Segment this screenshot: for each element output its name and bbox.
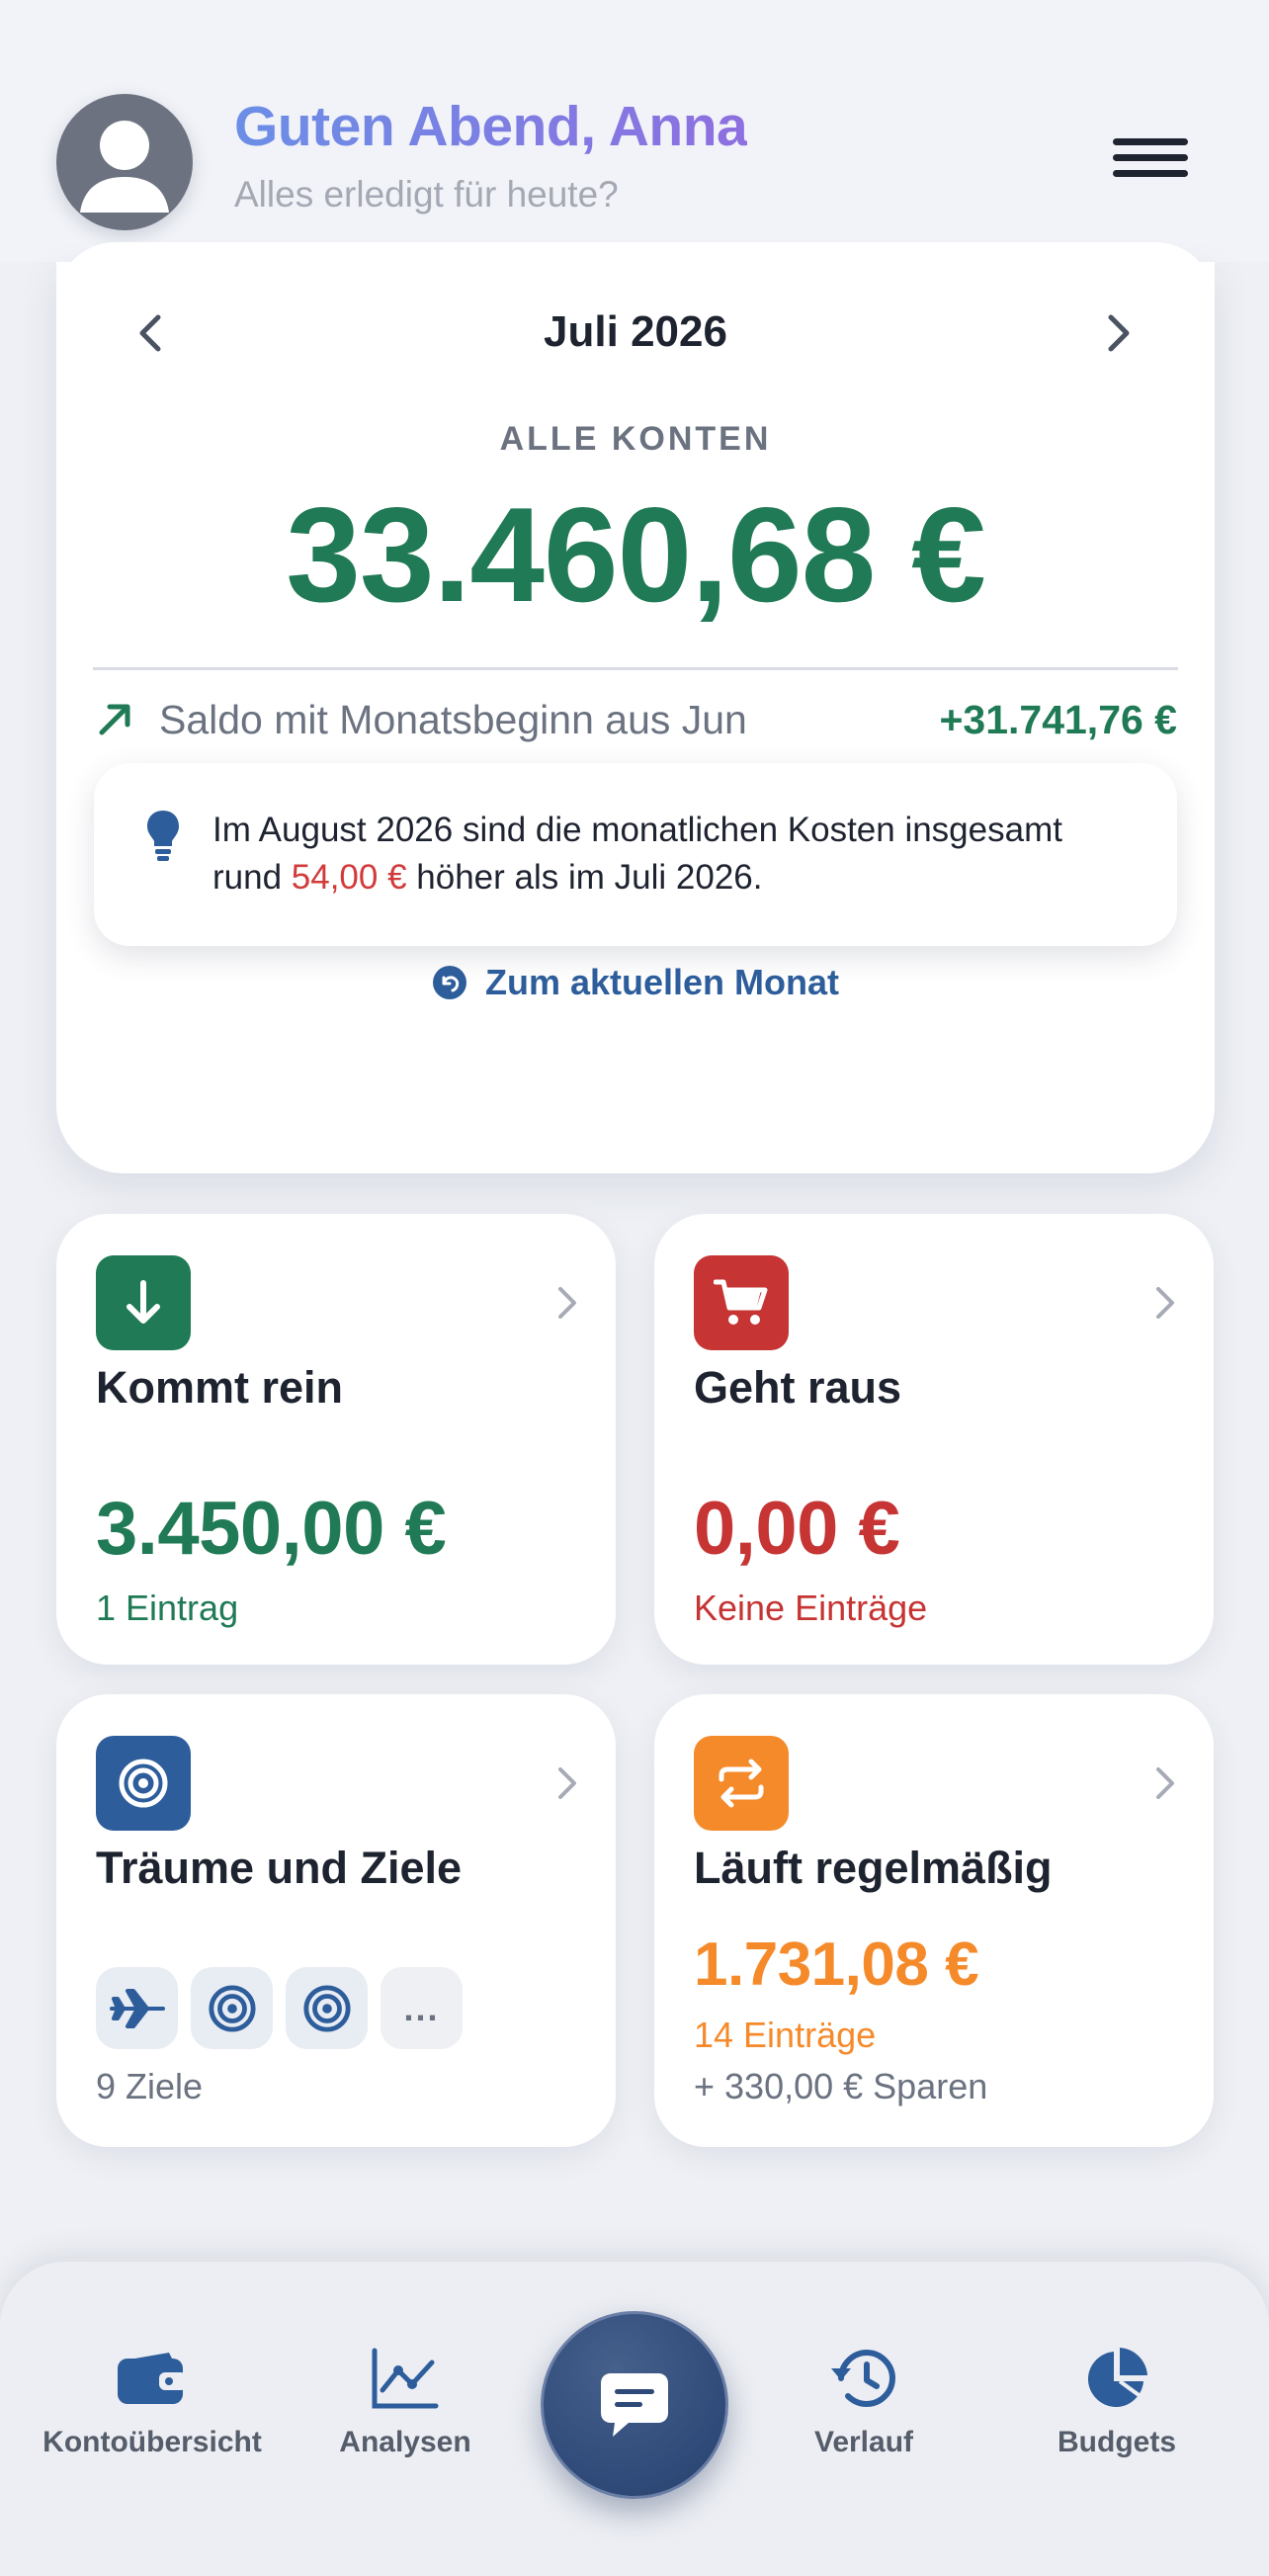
goals-tile[interactable]: Träume und Ziele ... 9 Ziele	[56, 1694, 616, 2147]
hint-amount: 54,00 €	[291, 858, 407, 897]
carryover-value: +31.741,76 €	[939, 697, 1177, 742]
current-month-link[interactable]: Zum aktuellen Monat	[56, 962, 1215, 1003]
income-amount: 3.450,00 €	[96, 1487, 447, 1571]
nav-accounts[interactable]: Kontoübersicht	[29, 2343, 276, 2459]
cart-icon	[694, 1255, 789, 1350]
expenses-amount: 0,00 €	[694, 1487, 900, 1571]
wallet-icon	[29, 2343, 276, 2414]
hint-box: Im August 2026 sind die monatlichen Kost…	[94, 763, 1177, 946]
balance-card: Juli 2026 ALLE KONTEN 33.460,68 € Saldo …	[56, 242, 1215, 1173]
user-avatar-icon	[80, 121, 169, 213]
lightbulb-icon	[147, 811, 179, 861]
goal-chips: ...	[96, 1967, 463, 2049]
goals-title: Träume und Ziele	[96, 1843, 463, 1893]
avatar[interactable]	[56, 94, 193, 230]
month-label: Juli 2026	[544, 307, 727, 356]
carryover-label: Saldo mit Monatsbeginn aus Jun	[159, 697, 747, 742]
total-balance: 33.460,68 €	[286, 479, 985, 630]
menu-icon[interactable]	[1113, 138, 1188, 178]
more-goals-chip[interactable]: ...	[381, 1967, 463, 2049]
divider	[93, 667, 1178, 670]
recurring-tile[interactable]: Läuft regelmäßig 1.731,08 € 14 Einträge …	[654, 1694, 1214, 2147]
expenses-tile[interactable]: Geht raus 0,00 € Keine Einträge	[654, 1214, 1214, 1665]
greeting-subtitle: Alles erledigt für heute?	[234, 174, 619, 215]
target-icon[interactable]	[286, 1967, 368, 2049]
chat-button[interactable]	[541, 2311, 728, 2499]
bottom-nav: Kontoübersicht Analysen Verlauf Budgets	[0, 2262, 1269, 2576]
nav-analytics[interactable]: Analysen	[282, 2343, 529, 2459]
hint-text: Im August 2026 sind die monatlichen Kost…	[212, 811, 1062, 897]
trend-up-icon	[99, 704, 130, 735]
pie-chart-icon	[993, 2343, 1240, 2414]
target-icon	[96, 1736, 191, 1831]
chart-line-icon	[282, 2343, 529, 2414]
chevron-right-icon[interactable]	[1099, 311, 1139, 355]
nav-history[interactable]: Verlauf	[740, 2343, 987, 2459]
repeat-icon	[694, 1736, 789, 1831]
plane-icon[interactable]	[96, 1967, 178, 2049]
recurring-title: Läuft regelmäßig	[694, 1843, 1053, 1893]
greeting-title: Guten Abend, Anna	[234, 95, 748, 158]
recurring-savings: + 330,00 € Sparen	[694, 2066, 988, 2106]
goals-count: 9 Ziele	[96, 2066, 204, 2106]
expenses-title: Geht raus	[694, 1362, 902, 1413]
target-icon[interactable]	[191, 1967, 273, 2049]
chevron-right-icon	[558, 1287, 576, 1319]
undo-circle-icon	[432, 966, 466, 999]
income-tile[interactable]: Kommt rein 3.450,00 € 1 Eintrag	[56, 1214, 616, 1665]
chevron-right-icon	[1156, 1287, 1174, 1319]
income-count: 1 Eintrag	[96, 1588, 239, 1628]
expenses-count: Keine Einträge	[694, 1588, 928, 1628]
history-icon	[740, 2343, 987, 2414]
income-title: Kommt rein	[96, 1362, 344, 1413]
nav-budgets[interactable]: Budgets	[993, 2343, 1240, 2459]
arrow-down-icon	[96, 1255, 191, 1350]
recurring-count: 14 Einträge	[694, 2015, 877, 2055]
chevron-right-icon	[1156, 1767, 1174, 1799]
accounts-label: ALLE KONTEN	[499, 420, 772, 458]
header: Guten Abend, Anna Alles erledigt für heu…	[0, 0, 1269, 262]
chevron-right-icon	[558, 1767, 576, 1799]
recurring-amount: 1.731,08 €	[694, 1931, 979, 1999]
chat-icon	[601, 2373, 668, 2437]
